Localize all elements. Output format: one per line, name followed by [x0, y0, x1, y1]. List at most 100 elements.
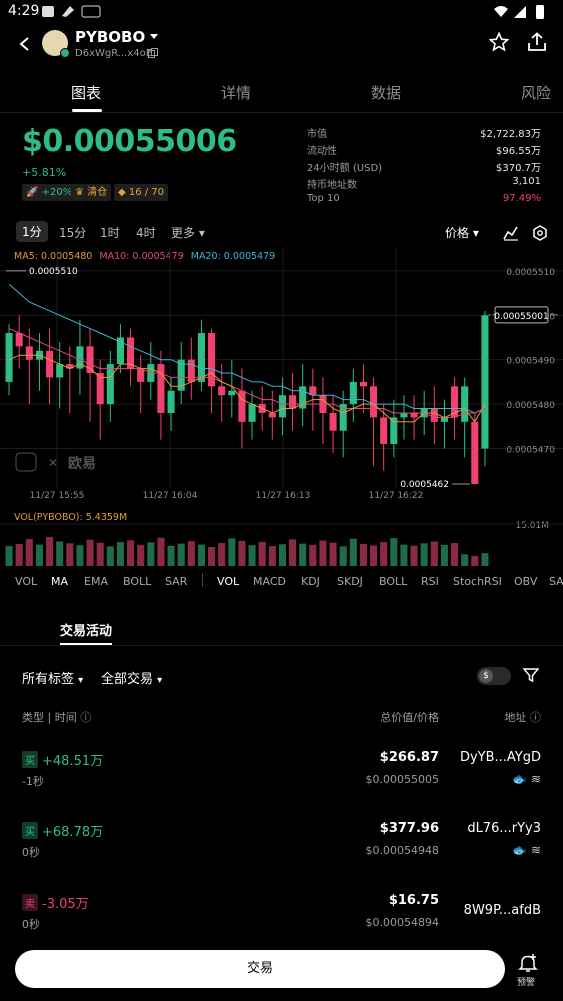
candlestick-chart[interactable]: 0.00055100.00055000.00054900.00054800.00…	[0, 248, 563, 504]
interval-1m[interactable]: 1分	[16, 221, 48, 242]
candle-body	[15, 333, 23, 347]
col-type-time: 类型 | 时间 ⓘ	[22, 709, 91, 725]
ind-main-boll[interactable]: BOLL	[123, 575, 151, 588]
bell-plus-icon[interactable]	[518, 953, 538, 973]
candle-body	[461, 386, 469, 422]
interval-more[interactable]: 更多 ▾	[171, 224, 205, 241]
ind-sub-stochrsi[interactable]: StochRSI	[453, 575, 502, 588]
badge-score[interactable]: ◆ 16 / 70	[114, 184, 169, 201]
ind-main-ma[interactable]: MA	[51, 575, 68, 588]
filter-tags[interactable]: 所有标签 ▾	[22, 668, 83, 687]
candle-body	[359, 381, 367, 387]
volume-bar	[268, 546, 276, 566]
side-tag: 买	[22, 822, 38, 839]
interval-15m[interactable]: 15分	[59, 224, 86, 241]
price-mode-label: 价格	[445, 226, 470, 240]
caret-down-icon: ▾	[157, 675, 163, 686]
trade-total: $266.87	[379, 750, 439, 765]
tab-details[interactable]: 详情	[221, 82, 251, 103]
chart-settings-icon[interactable]	[532, 225, 548, 241]
ind-sub-macd[interactable]: MACD	[253, 575, 286, 588]
volume-bar	[430, 541, 438, 566]
volume-chart[interactable]: 15.01M	[0, 508, 563, 568]
ind-sub-rsi[interactable]: RSI	[421, 575, 439, 588]
candle-body	[5, 333, 13, 382]
trade-row[interactable]: 买 +68.78万 0秒 $377.96 $0.00054948 dL76...…	[0, 821, 563, 892]
volume-bar	[451, 543, 459, 566]
candle-body	[410, 412, 418, 418]
badge-clear[interactable]: ♛ 清仓	[71, 184, 112, 201]
media-icon	[42, 6, 54, 17]
indicator-icon[interactable]	[503, 225, 519, 241]
activity-title[interactable]: 交易活动	[60, 620, 112, 639]
alert-label[interactable]: 预警	[517, 975, 535, 988]
caret-down-icon: ▾	[472, 226, 479, 240]
info-icon[interactable]: ⓘ	[80, 711, 91, 724]
interval-1h[interactable]: 1时	[100, 224, 120, 241]
price-change: +5.81%	[22, 166, 67, 179]
interval-more-label: 更多	[171, 226, 196, 240]
volume-bar	[177, 543, 185, 566]
filter-icon[interactable]	[523, 667, 539, 683]
trade-time: 0秒	[22, 846, 40, 859]
trade-total: $377.96	[379, 821, 439, 836]
ind-main-ema[interactable]: EMA	[84, 575, 108, 588]
chevron-down-icon[interactable]	[150, 34, 158, 40]
share-icon[interactable]	[527, 32, 547, 52]
candle-body	[430, 408, 438, 422]
rocket-icon: 🚀	[26, 187, 39, 198]
trade-address[interactable]: 8W9P...afdB	[464, 903, 541, 918]
trade-button[interactable]: 交易	[15, 950, 505, 988]
last-price-label: 0.00055001	[494, 312, 548, 322]
x-tick-label: 11/27 16:13	[256, 491, 311, 501]
ind-sub-kdj[interactable]: KDJ	[301, 575, 320, 588]
dollar-icon: $	[479, 669, 493, 683]
star-icon[interactable]	[489, 32, 509, 52]
price-mode-select[interactable]: 价格 ▾	[445, 224, 479, 241]
candle-body	[440, 417, 448, 422]
back-icon[interactable]	[18, 36, 32, 52]
volume-bar	[461, 554, 469, 566]
col-address: 地址 ⓘ	[505, 709, 542, 725]
copy-icon[interactable]	[148, 48, 158, 58]
ind-sub-skdj[interactable]: SKDJ	[337, 575, 363, 588]
trade-address[interactable]: DyYB...AYgD	[460, 750, 541, 765]
col-type-label: 类型 | 时间	[22, 711, 77, 724]
ind-sub-vol[interactable]: VOL	[217, 575, 239, 588]
candle-body	[248, 404, 256, 422]
interval-4h[interactable]: 4时	[136, 224, 156, 241]
filter-trades[interactable]: 全部交易 ▾	[101, 668, 162, 687]
token-title[interactable]: PYBOBO	[75, 28, 145, 46]
ind-sub-obv[interactable]: OBV	[514, 575, 537, 588]
info-icon[interactable]: ⓘ	[530, 711, 541, 724]
volume-bar	[400, 544, 408, 566]
candle-body	[238, 390, 246, 422]
low-label: 0.0005462	[400, 480, 449, 490]
ind-sub-boll[interactable]: BOLL	[379, 575, 407, 588]
candle-body	[481, 315, 489, 449]
trade-amount: +68.78万	[42, 825, 104, 840]
tab-data[interactable]: 数据	[371, 82, 401, 103]
tab-risk[interactable]: 风险	[521, 82, 551, 103]
candle-body	[289, 395, 297, 409]
filter-trades-label: 全部交易	[101, 672, 154, 687]
volume-bar	[15, 543, 23, 566]
x-tick-label: 11/27 16:22	[369, 491, 424, 501]
trade-row[interactable]: 买 +48.51万 -1秒 $266.87 $0.00055005 DyYB..…	[0, 750, 563, 821]
watermark-okx-icon: ✕	[48, 456, 58, 470]
system-icons	[494, 5, 544, 19]
ind-main-sar[interactable]: SAR	[165, 575, 187, 588]
dollar-toggle[interactable]: $	[477, 667, 511, 685]
volume-bar	[25, 539, 33, 566]
badge-rocket[interactable]: 🚀 +20%	[22, 184, 77, 201]
tab-chart[interactable]: 图表	[71, 82, 101, 103]
badge-score-label: 16 / 70	[128, 187, 165, 198]
volume-bar	[370, 545, 378, 566]
y-tick-label: 0.0005480	[506, 401, 555, 411]
ind-sub-sa[interactable]: SA	[549, 575, 563, 588]
high-label: 0.0005510	[29, 267, 78, 277]
bottom-bar: 交易 预警	[0, 937, 563, 1001]
ind-main-vol[interactable]: VOL	[15, 575, 37, 588]
trade-address[interactable]: dL76...rYy3	[467, 821, 541, 836]
filter-tags-label: 所有标签	[22, 672, 75, 687]
